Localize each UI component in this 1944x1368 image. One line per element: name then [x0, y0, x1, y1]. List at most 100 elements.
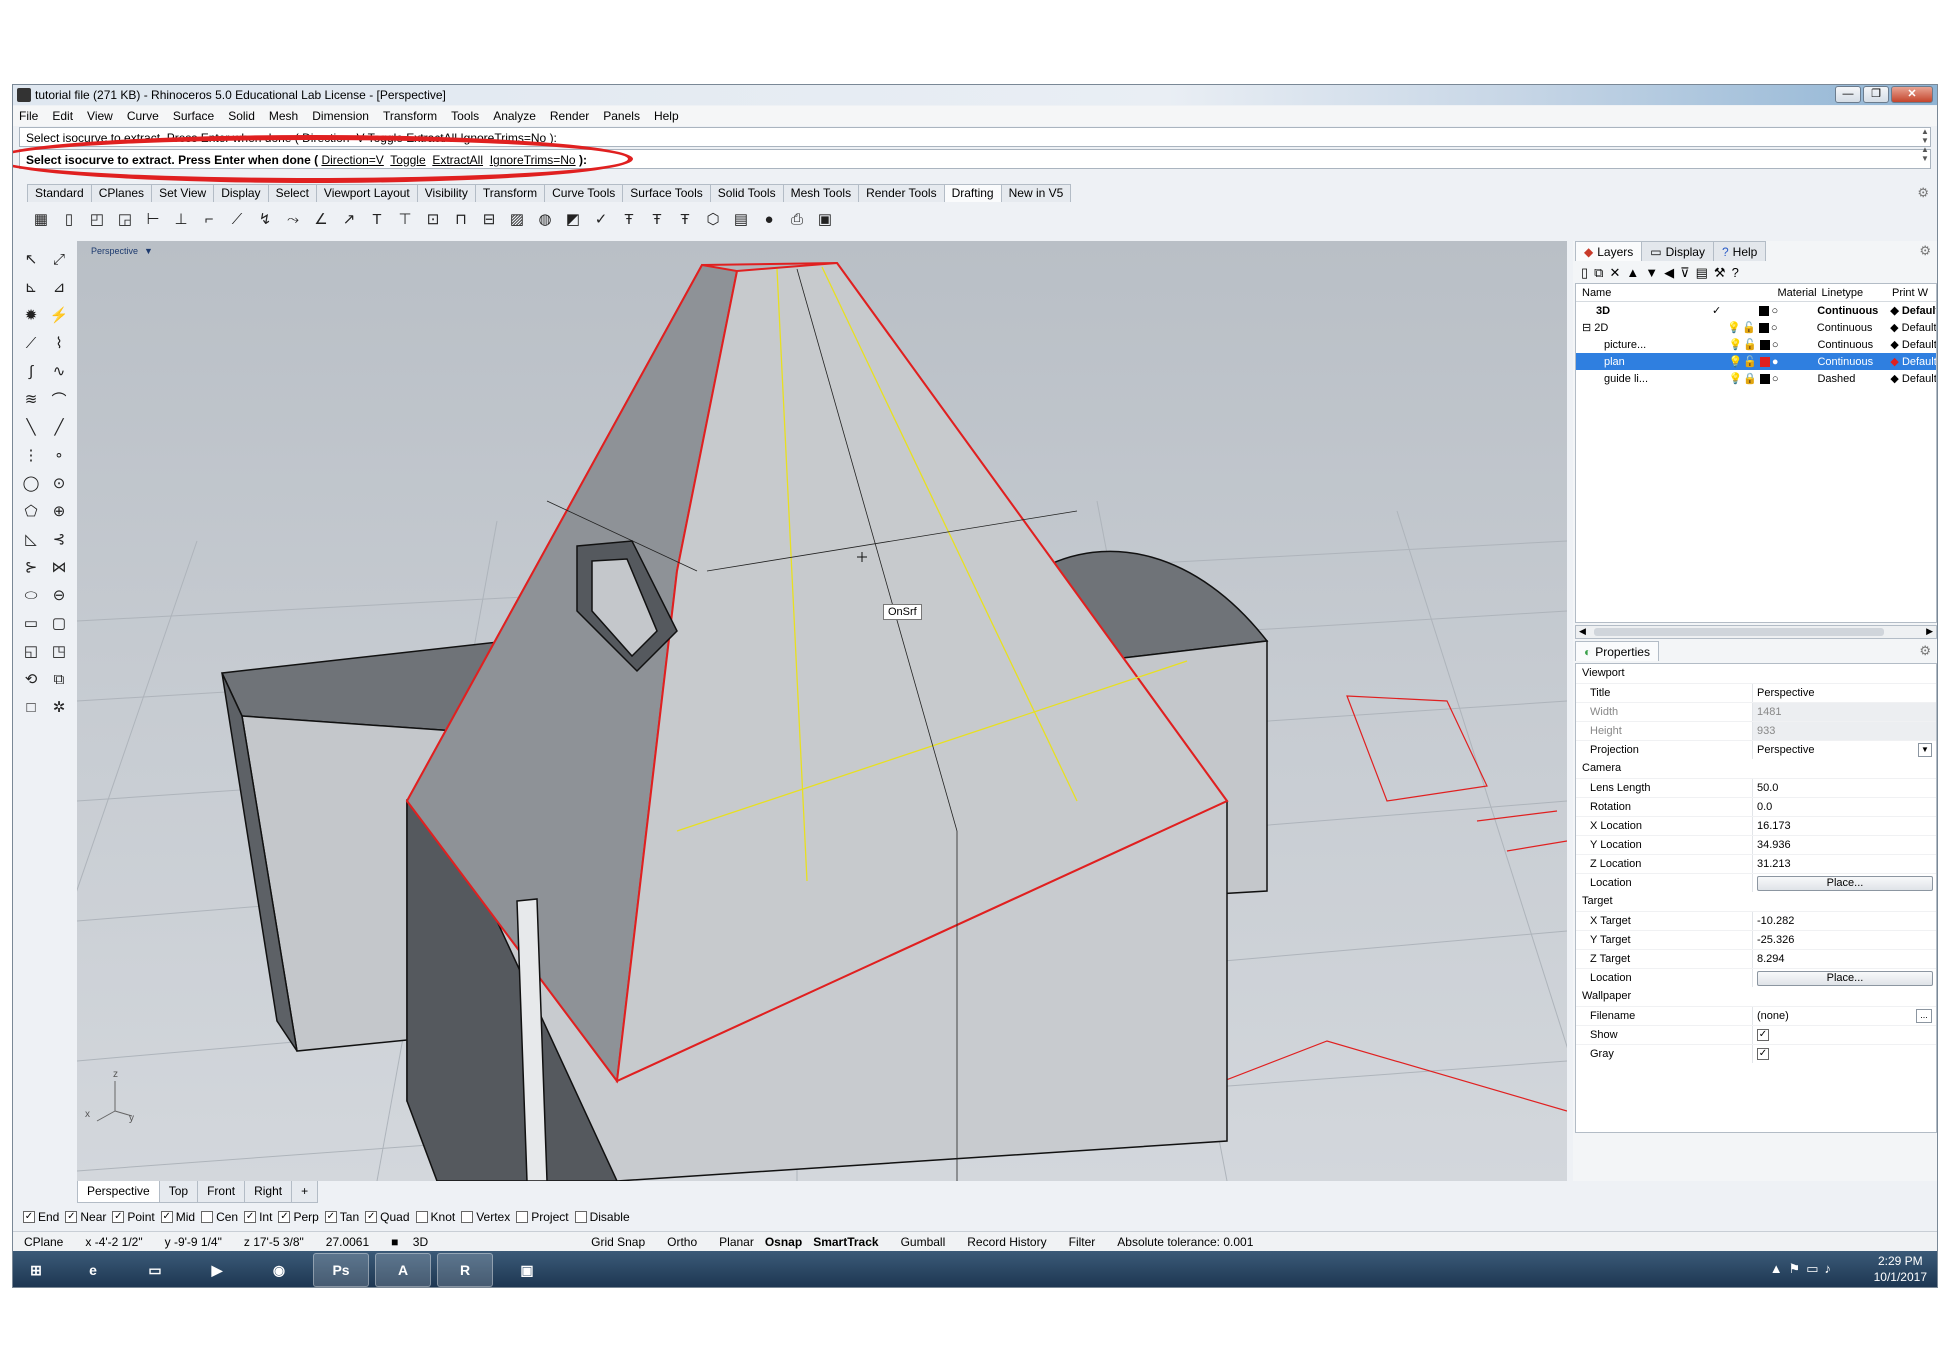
osnap-point[interactable]: ✓ Point [112, 1210, 155, 1224]
unlock-icon[interactable]: 🔓 [1743, 338, 1758, 351]
lightbulb-icon[interactable]: 💡 [1728, 372, 1743, 385]
osnap-knot-checkbox[interactable] [415, 1211, 428, 1223]
point-edit-icon[interactable]: ⤢ [47, 247, 71, 271]
projection-select[interactable]: Perspective ▼ [1752, 741, 1936, 759]
tab-front[interactable]: Front [197, 1181, 246, 1203]
tools-icon[interactable]: ⚒ [1714, 265, 1726, 281]
angle-dim-icon[interactable]: ∠ [309, 207, 333, 231]
osnap-near[interactable]: ✓ Near [65, 1210, 106, 1224]
tab-mesh-tools[interactable]: Mesh Tools [782, 184, 860, 202]
tab-display[interactable]: Display [213, 184, 269, 202]
points-icon[interactable]: ∘ [47, 443, 71, 467]
lock-icon[interactable]: 🔒 [1743, 372, 1758, 385]
text-icon[interactable]: T [365, 207, 389, 231]
sphere-hatch-icon[interactable]: ◍ [533, 207, 557, 231]
curve-icon[interactable]: ∫ [19, 359, 43, 383]
osnap-project[interactable]: Project [516, 1210, 569, 1224]
osnap-near-checkbox[interactable]: ✓ [65, 1211, 78, 1223]
panel-gear-icon[interactable]: ⚙ [1919, 243, 1931, 259]
tab-new-in-v5[interactable]: New in V5 [1000, 184, 1072, 202]
menu-analyze[interactable]: Analyze [493, 109, 536, 123]
tab-properties[interactable]: ◐ Properties [1575, 641, 1659, 661]
layer-row-3d[interactable]: 3D ✓ ○ Continuous ◆ Default [1576, 302, 1936, 319]
minimize-button[interactable]: — [1835, 86, 1861, 103]
perspective-viewport[interactable]: Perspective ▼ OnSrf z x y [77, 241, 1567, 1181]
menu-curve[interactable]: Curve [127, 109, 159, 123]
aligned-dim-icon[interactable]: ⊥ [169, 207, 193, 231]
table-icon[interactable]: ▤ [729, 207, 753, 231]
freeform-icon[interactable]: ≋ [19, 387, 43, 411]
polyline-icon[interactable]: ⌇ [47, 331, 71, 355]
lightbulb-icon[interactable]: 💡 [1727, 321, 1742, 334]
option-ignoretrims[interactable]: IgnoreTrims=No [490, 153, 576, 167]
menu-tools[interactable]: Tools [451, 109, 479, 123]
osnap-mid[interactable]: ✓ Mid [160, 1210, 195, 1224]
layer-color-swatch[interactable] [1757, 373, 1772, 384]
layers-icon[interactable]: ▣ [813, 207, 837, 231]
tab-transform[interactable]: Transform [474, 184, 546, 202]
osnap-disable[interactable]: Disable [574, 1210, 630, 1224]
dropdown-arrow-icon[interactable]: ▼ [1918, 743, 1932, 757]
menu-help[interactable]: Help [654, 109, 679, 123]
tab-curve-tools[interactable]: Curve Tools [544, 184, 624, 202]
gumball-icon[interactable]: ⊾ [19, 275, 43, 299]
lightbulb-icon[interactable]: 💡 [1728, 338, 1743, 351]
interp-curve-icon[interactable]: ∿ [47, 359, 71, 383]
osnap-end-checkbox[interactable]: ✓ [23, 1211, 35, 1223]
tab-right[interactable]: Right [244, 1181, 293, 1203]
osnap-int-checkbox[interactable]: ✓ [244, 1211, 257, 1223]
filter-icon[interactable]: ⊽ [1680, 265, 1690, 281]
menu-panels[interactable]: Panels [603, 109, 640, 123]
viewport-menu-arrow-icon[interactable]: ▼ [144, 246, 153, 256]
box-icon[interactable]: ⬡ [701, 207, 725, 231]
ellipse-axis-icon[interactable]: ⊖ [47, 583, 71, 607]
target-place-button[interactable]: Place... [1757, 970, 1933, 986]
osnap-perp[interactable]: ✓ Perp [278, 1210, 319, 1224]
layer-color-swatch[interactable] [1757, 305, 1772, 316]
osnap-vertex-checkbox[interactable] [461, 1211, 474, 1223]
gray-checkbox[interactable]: ✓ [1757, 1048, 1769, 1060]
dimension-icon[interactable]: ⊢ [141, 207, 165, 231]
join-icon[interactable]: ⋈ [47, 555, 71, 579]
tab-surface-tools[interactable]: Surface Tools [622, 184, 711, 202]
radius-dim-icon[interactable]: ↯ [253, 207, 277, 231]
osnap-toggle[interactable]: Osnap [765, 1235, 802, 1249]
diameter-dim-icon[interactable]: ⤳ [281, 207, 305, 231]
text-object-icon[interactable]: Ŧ [673, 207, 697, 231]
tangent-line-icon[interactable]: ╱ [47, 415, 71, 439]
osnap-project-checkbox[interactable] [516, 1211, 529, 1223]
triangle-icon[interactable]: ◺ [19, 527, 43, 551]
osnap-quad-checkbox[interactable]: ✓ [365, 1211, 378, 1223]
tab-solid-tools[interactable]: Solid Tools [709, 184, 784, 202]
layer-row-picture[interactable]: picture... 💡 🔓 ○ Continuous ◆ Default [1576, 336, 1936, 353]
layer-color-swatch[interactable] [1756, 322, 1771, 333]
text-block-icon[interactable]: ⊤ [393, 207, 417, 231]
rectangle-icon[interactable]: ▭ [19, 611, 43, 635]
line-icon[interactable]: ╲ [19, 415, 43, 439]
dot-icon[interactable]: ⊡ [421, 207, 445, 231]
print-icon[interactable]: ⎙ [785, 207, 809, 231]
move-down-icon[interactable]: ▼ [1645, 265, 1658, 281]
trim-icon[interactable]: ⊰ [47, 527, 71, 551]
start-button-icon[interactable]: ⊞ [13, 1253, 59, 1287]
osnap-mid-checkbox[interactable]: ✓ [160, 1211, 173, 1223]
osnap-cen[interactable]: Cen [201, 1210, 238, 1224]
layout-icon[interactable]: ◰ [85, 207, 109, 231]
menu-render[interactable]: Render [550, 109, 589, 123]
edit-text-icon[interactable]: Ŧ [645, 207, 669, 231]
cplane-icon[interactable]: ⊿ [47, 275, 71, 299]
new-sublayer-icon[interactable]: ⧉ [1594, 265, 1603, 281]
tab-layers[interactable]: ◆ Layers [1575, 241, 1643, 261]
osnap-tan-checkbox[interactable]: ✓ [324, 1211, 337, 1223]
menu-surface[interactable]: Surface [173, 109, 214, 123]
spotlight-icon[interactable]: ⚡ [47, 303, 71, 327]
gumball-toggle[interactable]: Gumball [890, 1235, 957, 1249]
osnap-end[interactable]: ✓ End [23, 1210, 59, 1224]
menu-view[interactable]: View [87, 109, 113, 123]
status-layer[interactable]: ■ 3D [380, 1235, 450, 1249]
current-layer-check-icon[interactable]: ✓ [1706, 304, 1728, 317]
arc-icon[interactable]: ⌒ [47, 387, 71, 411]
tab-set-view[interactable]: Set View [151, 184, 215, 202]
leader-icon[interactable]: ↗ [337, 207, 361, 231]
make2d-icon[interactable]: ⊓ [449, 207, 473, 231]
